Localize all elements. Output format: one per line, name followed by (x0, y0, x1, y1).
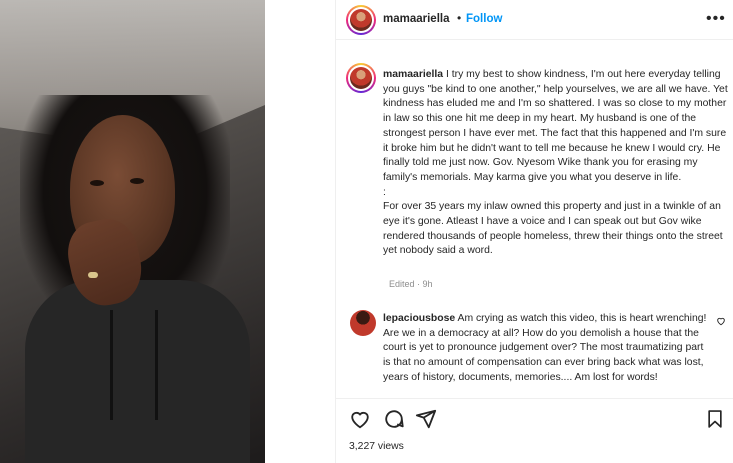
heart-icon[interactable] (716, 316, 726, 326)
comment: lepaciousbose Am crying as watch this vi… (383, 312, 708, 386)
eye (90, 180, 104, 186)
post-timestamp[interactable]: Edited · 9h (389, 279, 433, 289)
caption-avatar[interactable] (346, 63, 376, 93)
separator-dot: • (457, 11, 462, 25)
hoodie-string (155, 310, 158, 420)
commenter-username[interactable]: lepaciousbose (383, 313, 455, 324)
action-bar (336, 398, 733, 463)
share-icon[interactable] (415, 408, 437, 430)
bookmark-icon[interactable] (705, 408, 725, 430)
commenter-avatar[interactable] (350, 310, 376, 336)
post-video[interactable] (0, 0, 265, 463)
view-count[interactable]: 3,227 views (349, 441, 404, 452)
caption-text: For over 35 years my inlaw owned this pr… (383, 201, 723, 257)
more-icon[interactable]: ••• (706, 10, 726, 28)
ring (88, 272, 98, 278)
hoodie-string (110, 310, 113, 420)
eye (130, 178, 144, 184)
post-caption: mamaariella I try my best to show kindne… (383, 68, 728, 259)
follow-button[interactable]: Follow (466, 13, 502, 25)
caption-text: : (383, 186, 386, 198)
author-avatar[interactable] (346, 5, 376, 35)
comment-icon[interactable] (383, 408, 405, 430)
hoodie (25, 280, 250, 463)
caption-username[interactable]: mamaariella (383, 69, 443, 80)
heart-icon[interactable] (349, 408, 371, 430)
post-header: mamaariella • Follow ••• (336, 0, 733, 40)
post-side-panel: mamaariella • Follow ••• mamaariella I t… (335, 0, 733, 463)
caption-text: I try my best to show kindness, I'm out … (383, 69, 728, 183)
author-username[interactable]: mamaariella (383, 13, 450, 25)
